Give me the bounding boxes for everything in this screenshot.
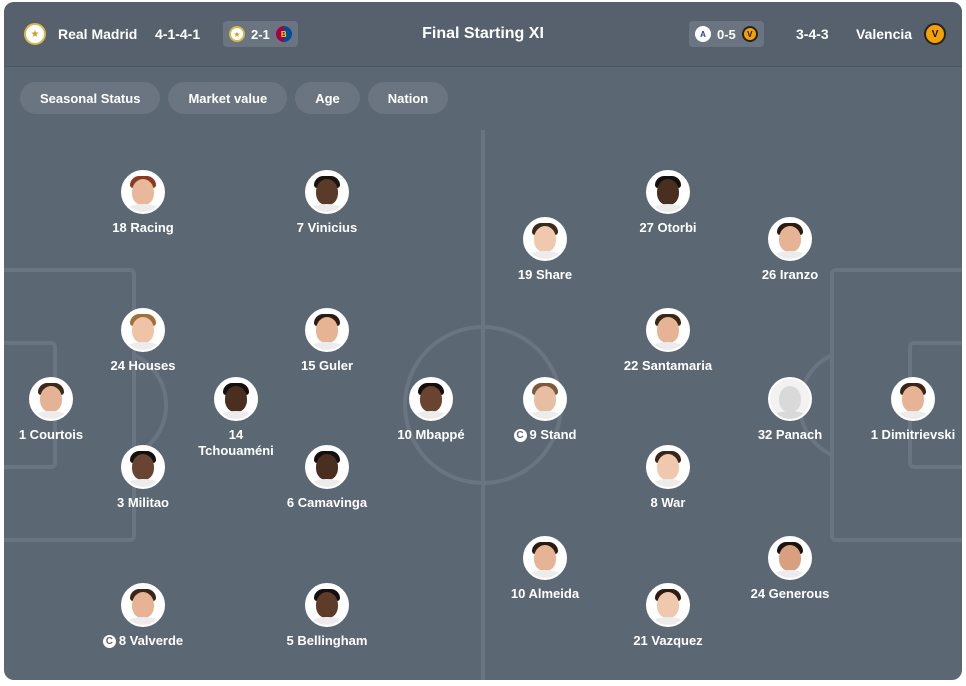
player-photo	[409, 377, 453, 421]
player-away-0[interactable]: 27 Otorbi	[603, 170, 733, 236]
player-away-9[interactable]: 24 Generous	[725, 536, 855, 602]
player-photo	[768, 217, 812, 261]
filter-seasonal-status[interactable]: Seasonal Status	[20, 82, 161, 114]
player-photo	[121, 308, 165, 352]
player-photo	[305, 445, 349, 489]
away-team[interactable]: Valencia V	[856, 2, 947, 66]
player-label: 10 Mbappé	[397, 427, 465, 442]
player-away-8[interactable]: 10 Almeida	[480, 536, 610, 602]
player-label: 21 Vazquez	[633, 633, 703, 648]
home-team-name: Real Madrid	[58, 26, 138, 42]
player-away-3[interactable]: 22 Santamaria	[603, 308, 733, 374]
real-madrid-crest-icon: ★	[229, 26, 245, 42]
player-home-10[interactable]: 5 Bellingham	[262, 583, 392, 649]
filter-market-value[interactable]: Market value	[168, 82, 288, 114]
player-photo	[305, 308, 349, 352]
player-photo	[305, 583, 349, 627]
player-label-text: 9 Stand	[529, 427, 577, 442]
home-last-result[interactable]: ★ 2-1 B	[223, 21, 298, 47]
filter-chips: Seasonal Status Market value Age Nation	[20, 82, 449, 114]
player-photo	[646, 445, 690, 489]
pitch: 18 Racing 7 Vinicius 24 Houses 15 Guler …	[4, 130, 962, 680]
barcelona-crest-icon: B	[275, 26, 292, 42]
player-photo	[523, 217, 567, 261]
valencia-crest-icon: V	[741, 26, 758, 42]
player-label: 15 Guler	[300, 358, 354, 373]
albacete-crest-icon: A	[695, 26, 711, 42]
player-away-6[interactable]: 1 Dimitrievski	[848, 377, 962, 443]
player-home-0[interactable]: 18 Racing	[78, 170, 208, 236]
player-photo	[523, 536, 567, 580]
home-formation: 4-1-4-1	[155, 26, 201, 42]
player-photo	[891, 377, 935, 421]
player-photo-placeholder	[768, 377, 812, 421]
player-label: 1 Courtois	[18, 427, 84, 442]
player-home-9[interactable]: C8 Valverde	[78, 583, 208, 649]
lineup-header: ★ Real Madrid 4-1-4-1 ★ 2-1 B Final Star…	[4, 2, 962, 67]
player-label: 8 War	[650, 495, 686, 510]
player-home-4[interactable]: 1 Courtois	[4, 377, 116, 443]
captain-icon: C	[513, 429, 527, 442]
player-photo	[305, 170, 349, 214]
player-label: 19 Share	[517, 267, 573, 282]
player-away-5[interactable]: 32 Panach	[725, 377, 855, 443]
player-photo	[646, 583, 690, 627]
player-label-text: 8 Valverde	[118, 633, 184, 648]
player-label: 5 Bellingham	[286, 633, 368, 648]
home-last-score: 2-1	[251, 26, 270, 42]
lineup-card: ★ Real Madrid 4-1-4-1 ★ 2-1 B Final Star…	[4, 2, 962, 680]
player-away-4[interactable]: C9 Stand	[480, 377, 610, 443]
home-team[interactable]: ★ Real Madrid	[24, 2, 137, 66]
away-team-name: Valencia	[856, 26, 913, 42]
player-label: 10 Almeida	[510, 586, 580, 601]
player-home-3[interactable]: 15 Guler	[262, 308, 392, 374]
player-label: 6 Camavinga	[286, 495, 368, 510]
player-label: 22 Santamaria	[623, 358, 713, 373]
player-label: 26 Iranzo	[761, 267, 819, 282]
player-label: 3 Militao	[116, 495, 169, 510]
player-label: 7 Vinicius	[296, 220, 358, 235]
player-label: 18 Racing	[112, 220, 174, 235]
player-photo	[646, 308, 690, 352]
player-home-2[interactable]: 24 Houses	[78, 308, 208, 374]
filter-nation[interactable]: Nation	[367, 82, 449, 114]
away-last-result[interactable]: A 0-5 V	[689, 21, 764, 47]
filter-age[interactable]: Age	[295, 82, 360, 114]
player-home-7[interactable]: 3 Militao	[78, 445, 208, 511]
player-home-1[interactable]: 7 Vinicius	[262, 170, 392, 236]
player-home-6[interactable]: 10 Mbappé	[366, 377, 496, 443]
valencia-crest-icon: V	[924, 23, 947, 45]
player-photo	[214, 377, 258, 421]
player-photo	[121, 445, 165, 489]
player-label: C9 Stand	[480, 427, 610, 443]
player-photo	[768, 536, 812, 580]
player-label: 24 Generous	[750, 586, 830, 601]
player-photo	[646, 170, 690, 214]
captain-icon: C	[102, 635, 116, 648]
player-label: C8 Valverde	[78, 633, 208, 649]
player-away-7[interactable]: 8 War	[603, 445, 733, 511]
player-away-1[interactable]: 19 Share	[480, 217, 610, 283]
player-away-2[interactable]: 26 Iranzo	[725, 217, 855, 283]
player-photo	[121, 170, 165, 214]
player-home-8[interactable]: 6 Camavinga	[262, 445, 392, 511]
player-away-10[interactable]: 21 Vazquez	[603, 583, 733, 649]
away-formation: 3-4-3	[796, 26, 829, 42]
away-last-score: 0-5	[717, 26, 736, 42]
player-photo	[523, 377, 567, 421]
player-label: 24 Houses	[110, 358, 176, 373]
player-photo	[121, 583, 165, 627]
player-label: 32 Panach	[757, 427, 823, 442]
player-label: 27 Otorbi	[639, 220, 697, 235]
player-label: 1 Dimitrievski	[870, 427, 956, 442]
real-madrid-crest-icon: ★	[24, 23, 46, 45]
player-photo	[29, 377, 73, 421]
